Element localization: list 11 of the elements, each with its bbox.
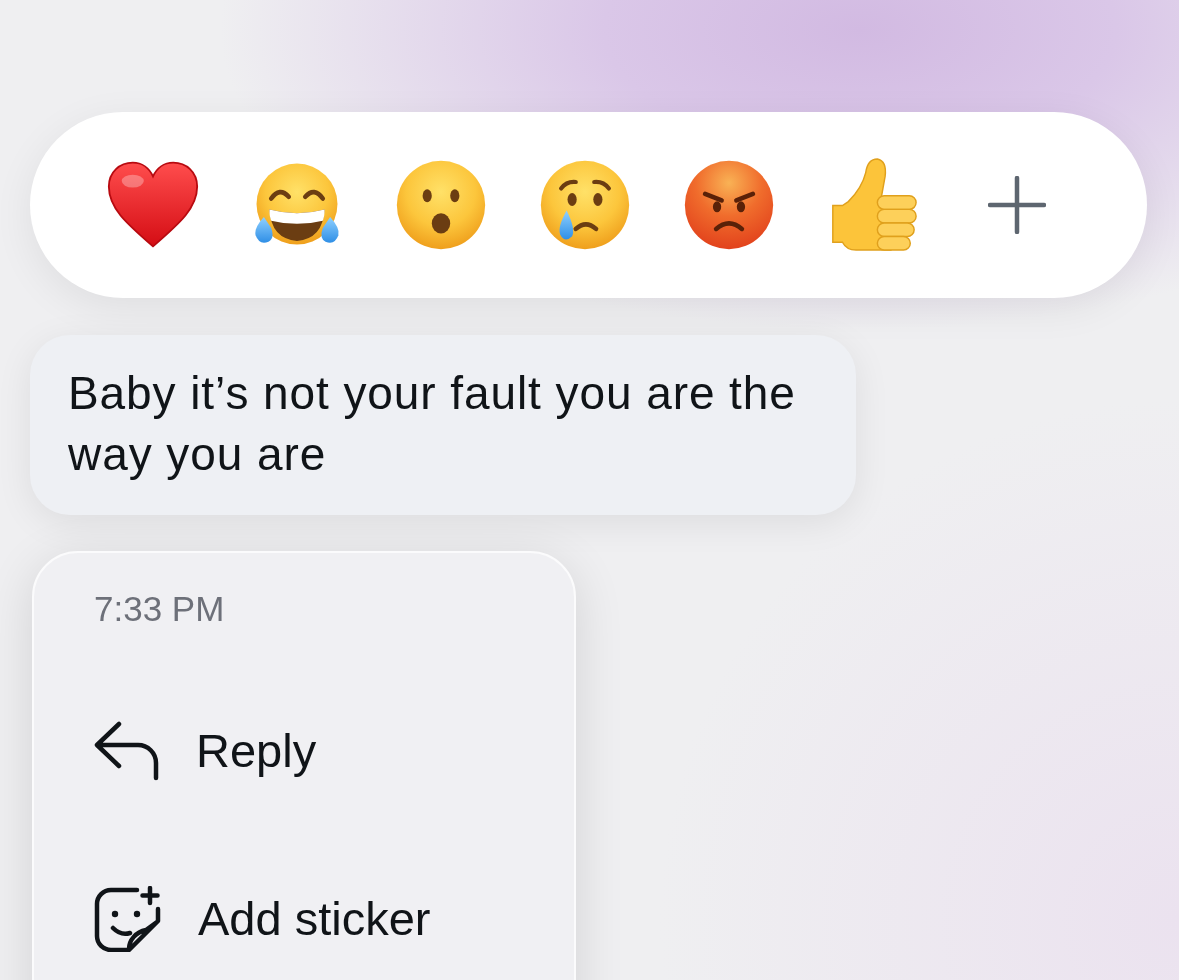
menu-item[interactable]: Add sticker <box>94 886 431 952</box>
surprised-face-icon[interactable] <box>395 159 487 251</box>
timestamp: 7:33 PM <box>94 589 225 629</box>
heart-icon[interactable] <box>107 160 199 250</box>
plus-icon[interactable] <box>988 176 1046 234</box>
sticker-plus-icon <box>94 886 162 952</box>
crying-face-icon[interactable] <box>539 159 631 251</box>
menu-item[interactable]: Reply <box>94 721 317 781</box>
reply-arrow-icon <box>94 721 160 781</box>
angry-face-icon[interactable] <box>683 159 775 251</box>
message-text: Baby it’s not your fault you are the way you are <box>68 366 797 482</box>
